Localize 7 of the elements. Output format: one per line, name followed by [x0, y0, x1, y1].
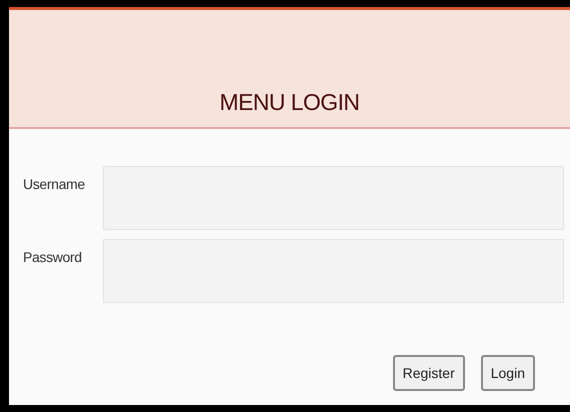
form-button[interactable]: Register [392, 355, 465, 391]
field-label: Password [23, 248, 83, 267]
input-field[interactable] [103, 166, 564, 230]
input-field[interactable] [103, 239, 564, 303]
form-button[interactable]: Login [480, 355, 535, 391]
field-label: Username [23, 175, 86, 194]
page-title: MENU LOGIN [220, 88, 360, 116]
